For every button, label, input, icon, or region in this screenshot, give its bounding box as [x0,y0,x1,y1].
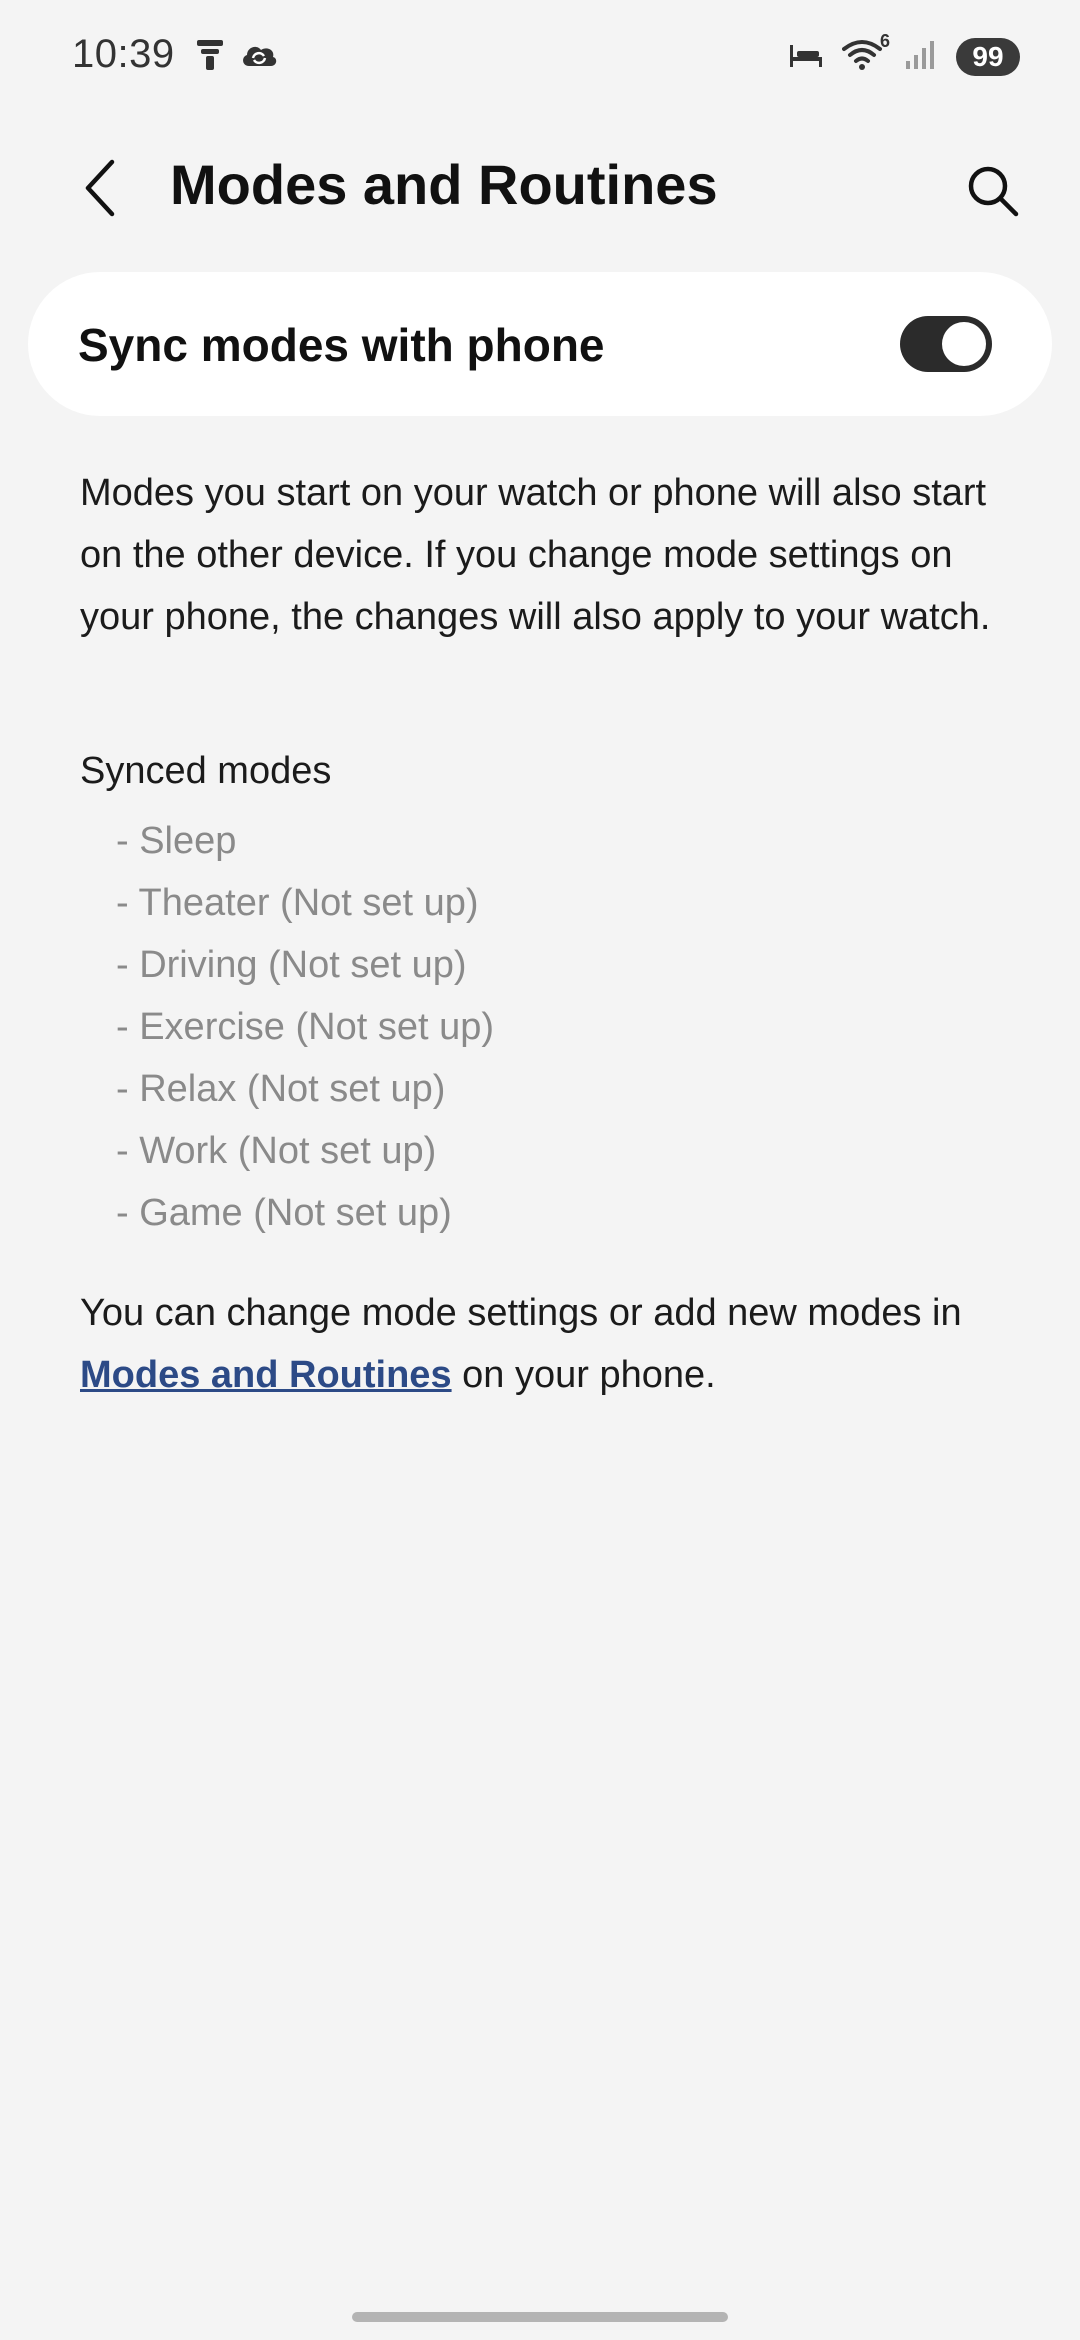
sync-modes-toggle-row[interactable]: Sync modes with phone [28,272,1052,416]
footer-note: You can change mode settings or add new … [80,1282,1020,1406]
footer-prefix: You can change mode settings or add new … [80,1292,962,1334]
navigation-handle[interactable] [352,2312,728,2322]
back-button[interactable] [70,150,130,230]
cloud-sync-icon [239,40,279,75]
page-title: Modes and Routines [170,153,718,216]
toggle-knob [942,322,986,366]
status-time: 10:39 [72,32,175,76]
battery-indicator: 99 [956,38,1020,76]
sensor-icon [195,38,225,77]
sync-description: Modes you start on your watch or phone w… [80,472,991,638]
modes-and-routines-link[interactable]: Modes and Routines [80,1354,452,1396]
list-item-driving: - Driving (Not set up) [116,944,467,986]
list-item-relax: - Relax (Not set up) [116,1068,446,1110]
footer-suffix: on your phone. [451,1354,716,1396]
list-item-game: - Game (Not set up) [116,1192,452,1234]
app-header: Modes and Routines [0,130,1080,250]
list-item-sleep: - Sleep [116,820,237,862]
sync-modes-label: Sync modes with phone [78,319,605,371]
status-right-icons: 6 99 [788,31,1020,76]
list-item-work: - Work (Not set up) [116,1130,437,1172]
status-left-icons [195,38,279,77]
search-button[interactable] [958,158,1028,228]
sync-modes-switch[interactable] [900,316,992,372]
signal-icon [904,39,938,76]
list-item-theater: - Theater (Not set up) [116,882,479,924]
bed-icon [788,41,824,74]
synced-modes-list: - Sleep - Theater (Not set up) - Driving… [116,810,494,1244]
wifi-icon: 6 [842,31,890,76]
synced-modes-heading: Synced modes [80,750,332,792]
search-icon [965,163,1021,224]
status-bar: 10:39 6 99 [0,0,1080,120]
chevron-left-icon [82,158,118,223]
wifi-standard-label: 6 [879,30,890,51]
list-item-exercise: - Exercise (Not set up) [116,1006,494,1048]
